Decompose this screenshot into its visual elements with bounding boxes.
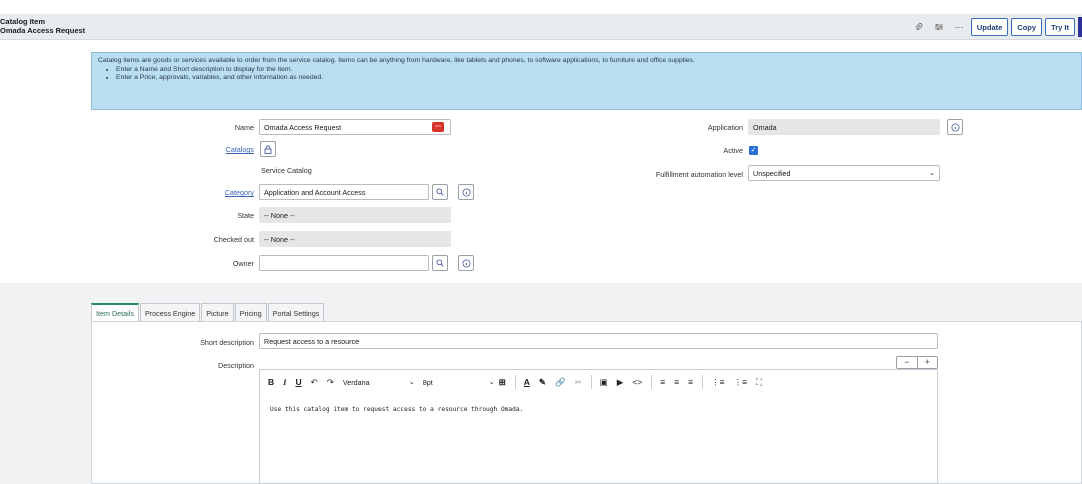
tab-process-engine[interactable]: Process Engine: [139, 303, 201, 322]
tab-picture[interactable]: Picture: [201, 303, 234, 322]
info-bullets: Enter a Name and Short description to di…: [108, 66, 1075, 83]
owner-field[interactable]: [259, 255, 429, 271]
chevron-down-icon: ⌄: [488, 379, 495, 386]
info-icon[interactable]: [458, 184, 474, 200]
category-field[interactable]: Application and Account Access: [259, 184, 429, 200]
align-left-icon[interactable]: ≡: [660, 377, 665, 387]
editor-shrink-button[interactable]: −: [897, 357, 918, 368]
align-center-icon[interactable]: ≡: [674, 377, 679, 387]
state-value: -- None --: [264, 210, 295, 220]
info-text: Catalog items are goods or services avai…: [98, 57, 695, 64]
code-icon[interactable]: <>: [632, 377, 642, 387]
category-link[interactable]: Category: [150, 188, 254, 197]
editor-resize-control: − +: [896, 356, 938, 369]
copy-button[interactable]: Copy: [1011, 18, 1043, 36]
application-label: Application: [707, 123, 743, 132]
bold-icon[interactable]: B: [268, 377, 274, 387]
active-checkbox[interactable]: ✓: [749, 146, 758, 155]
state-field: -- None --: [259, 207, 451, 223]
header-actions: ⋯ Update Copy Try It: [908, 17, 1082, 37]
catalogs-value: Service Catalog: [261, 166, 312, 175]
category-value: Application and Account Access: [264, 187, 366, 197]
try-it-button[interactable]: Try It: [1045, 18, 1075, 36]
name-field[interactable]: Omada Access Request: [259, 119, 451, 135]
paperclip-icon[interactable]: [910, 19, 928, 35]
more-icon[interactable]: ⋯: [950, 19, 968, 35]
info-banner: Catalog items are goods or services avai…: [91, 52, 1082, 110]
description-label: Description: [218, 361, 254, 370]
underline-icon[interactable]: U: [295, 377, 301, 387]
highlight-icon[interactable]: ✎: [539, 377, 546, 388]
info-bullet: Enter a Price, approvals, variables, and…: [116, 74, 1075, 83]
short-description-label: Short description: [200, 338, 254, 347]
chevron-down-icon: ⌄: [408, 379, 415, 386]
chevron-down-icon: ⌄: [929, 170, 935, 177]
form-header: Catalog Item Omada Access Request ⋯ Upda…: [0, 14, 1082, 40]
application-value: Omada: [753, 122, 777, 132]
toolbar-separator: [590, 375, 592, 389]
bullet-list-icon[interactable]: ⋮≡: [711, 377, 724, 388]
table-icon[interactable]: ⊞: [499, 377, 506, 388]
tab-portal-settings[interactable]: Portal Settings: [267, 303, 325, 322]
undo-icon[interactable]: ↶: [311, 377, 318, 388]
font-size-select[interactable]: 8pt: [423, 378, 489, 387]
catalogs-link[interactable]: Catalogs: [150, 145, 254, 154]
info-icon[interactable]: [947, 119, 963, 135]
short-description-field[interactable]: Request access to a resource: [259, 333, 938, 349]
toolbar-separator: [651, 375, 653, 389]
info-bullet: Enter a Name and Short description to di…: [116, 66, 1075, 75]
name-label: Name: [234, 123, 254, 132]
active-label: Active: [723, 146, 743, 155]
video-icon[interactable]: ▶: [617, 377, 624, 388]
font-size-value: 8pt: [422, 377, 433, 387]
font-family-value: Verdana: [342, 377, 370, 387]
link-icon[interactable]: 🔗: [555, 377, 566, 388]
fulfillment-select[interactable]: Unspecified ⌄: [748, 165, 940, 181]
font-color-icon[interactable]: A: [524, 377, 530, 387]
editor-grow-button[interactable]: +: [918, 357, 938, 368]
overflow-button-edge[interactable]: [1078, 17, 1082, 37]
unlink-icon[interactable]: ✂: [575, 377, 582, 388]
record-type: Catalog Item: [0, 17, 46, 26]
align-right-icon[interactable]: ≡: [688, 377, 693, 387]
short-description-value: Request access to a resource: [264, 336, 360, 346]
toolbar-separator: [514, 375, 516, 389]
fullscreen-icon[interactable]: ⛶: [756, 377, 762, 388]
description-text: Use this catalog item to request access …: [270, 406, 524, 413]
fulfillment-value: Unspecified: [753, 168, 791, 178]
description-editor[interactable]: B I U ↶ ↷ Verdana ⌄ 8pt ⌄ ⊞ A ✎ 🔗 ✂ ▣ ▶ …: [259, 369, 938, 484]
editor-toolbar: B I U ↶ ↷ Verdana ⌄ 8pt ⌄ ⊞ A ✎ 🔗 ✂ ▣ ▶ …: [260, 370, 937, 394]
search-icon[interactable]: [432, 255, 448, 271]
page-title: Catalog Item Omada Access Request: [0, 17, 85, 35]
checked-out-value: -- None --: [264, 234, 295, 244]
name-value: Omada Access Request: [264, 122, 342, 132]
record-name: Omada Access Request: [0, 26, 86, 35]
redo-icon[interactable]: ↷: [327, 377, 334, 388]
lock-icon[interactable]: [260, 141, 276, 157]
search-icon[interactable]: [432, 184, 448, 200]
tab-bar: Item Details Process Engine Picture Pric…: [91, 303, 325, 322]
checked-out-field: -- None --: [259, 231, 451, 247]
info-icon[interactable]: [458, 255, 474, 271]
settings-sliders-icon[interactable]: [930, 19, 948, 35]
update-button[interactable]: Update: [970, 18, 1009, 36]
toolbar-separator: [702, 375, 704, 389]
fulfillment-label: Fulfillment automation level: [655, 170, 743, 179]
state-label: State: [237, 211, 254, 220]
translate-icon[interactable]: ⋯: [432, 122, 444, 132]
checked-out-label: Checked out: [213, 235, 254, 244]
image-icon[interactable]: ▣: [600, 377, 608, 388]
font-family-select[interactable]: Verdana: [343, 378, 403, 387]
tab-item-details[interactable]: Item Details: [91, 303, 139, 322]
tab-pricing[interactable]: Pricing: [234, 303, 267, 322]
numbered-list-icon[interactable]: ⋮≡: [734, 377, 747, 388]
italic-icon[interactable]: I: [283, 377, 286, 387]
application-field: Omada: [748, 119, 940, 135]
owner-label: Owner: [232, 259, 254, 268]
